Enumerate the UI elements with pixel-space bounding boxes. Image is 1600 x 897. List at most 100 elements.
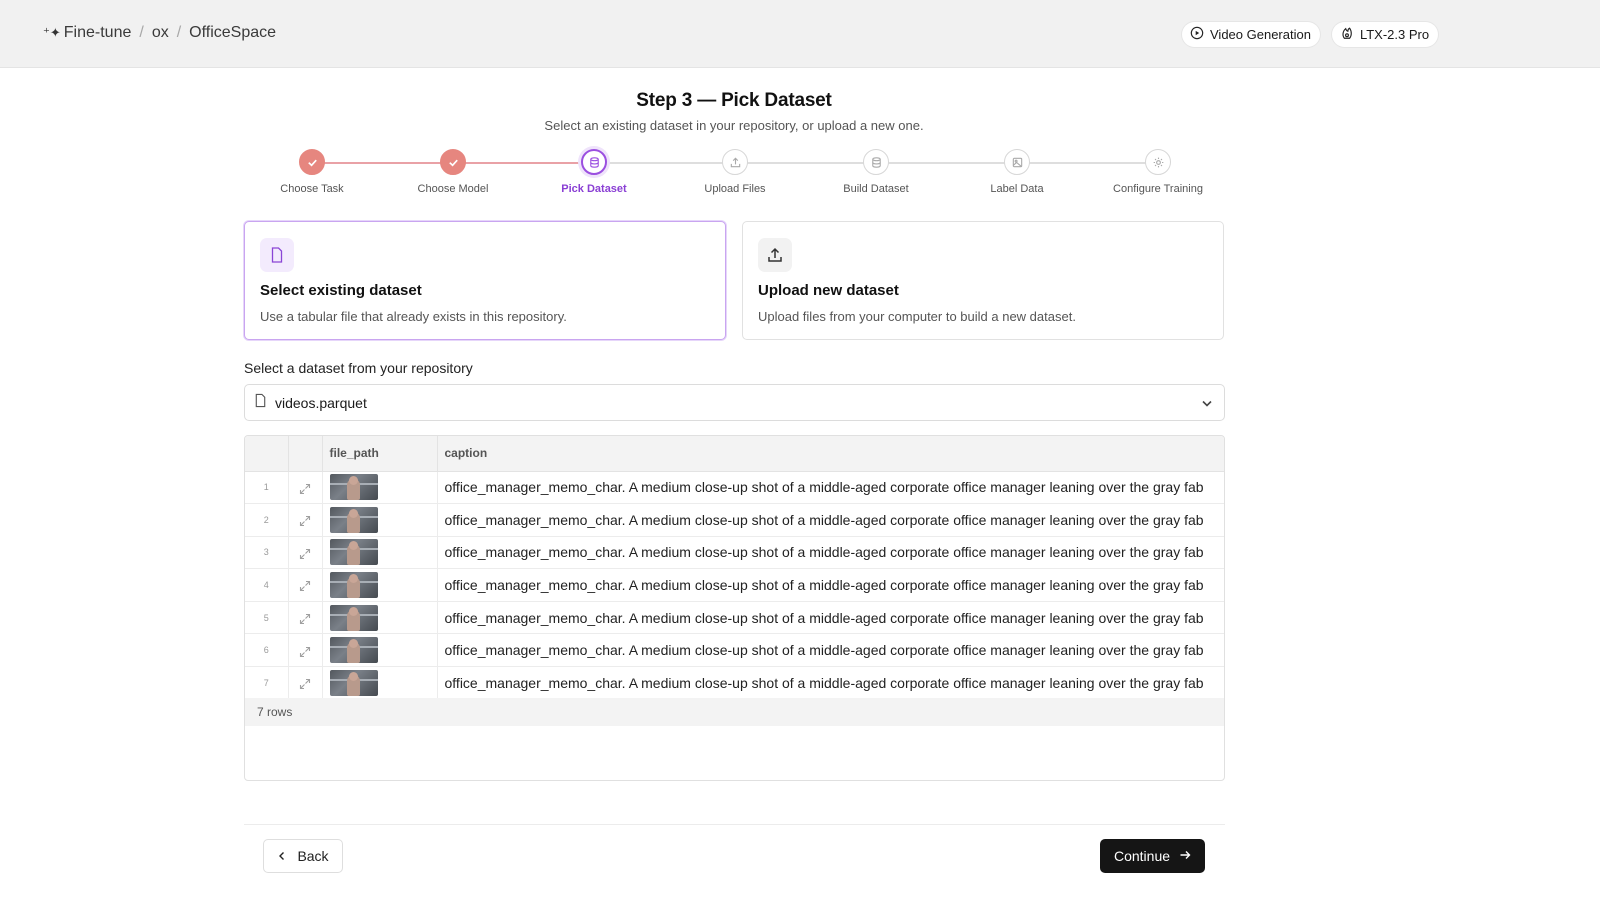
gear-icon (1145, 149, 1171, 175)
table-row[interactable]: 7 office_manager_memo_char. A medium clo… (245, 666, 1224, 700)
expand-icon[interactable] (288, 601, 323, 635)
expand-icon[interactable] (288, 666, 323, 700)
table-row[interactable]: 6 office_manager_memo_char. A medium clo… (245, 633, 1224, 668)
step-upload-files[interactable]: Upload Files (665, 149, 805, 195)
upload-icon (758, 238, 792, 272)
video-thumbnail (329, 637, 378, 664)
play-circle-icon (1190, 26, 1204, 43)
expand-icon[interactable] (288, 568, 323, 602)
row-index: 4 (245, 568, 289, 602)
caption-cell[interactable]: office_manager_memo_char. A medium close… (437, 568, 1224, 602)
video-thumbnail-cell[interactable] (322, 568, 438, 602)
continue-button-label: Continue (1113, 848, 1171, 864)
back-button-label: Back (297, 848, 329, 864)
video-thumbnail (329, 604, 378, 631)
breadcrumb-repo[interactable]: OfficeSpace (189, 24, 276, 42)
model-chip-label: LTX-2.3 Pro (1359, 27, 1430, 42)
card-description: Upload files from your computer to build… (758, 309, 1076, 324)
caption-cell[interactable]: office_manager_memo_char. A medium close… (437, 601, 1224, 635)
back-button[interactable]: Back (263, 839, 343, 873)
task-chip[interactable]: Video Generation (1182, 22, 1320, 47)
row-count: 7 rows (245, 698, 1224, 726)
video-thumbnail-cell[interactable] (322, 471, 438, 505)
model-chip[interactable]: LTX-2.3 Pro (1331, 22, 1439, 47)
card-description: Use a tabular file that already exists i… (260, 309, 567, 324)
step-configure-training[interactable]: Configure Training (1088, 149, 1228, 195)
upload-new-dataset-card[interactable]: Upload new dataset Upload files from you… (742, 221, 1224, 340)
dataset-select-value: videos.parquet (275, 394, 367, 411)
upload-icon (722, 149, 748, 175)
sparkle-icon: ⁺✦ (43, 25, 61, 40)
caption-cell[interactable]: office_manager_memo_char. A medium close… (437, 633, 1224, 668)
breadcrumb-separator: / (139, 24, 144, 41)
table-row[interactable]: 1 office_manager_memo_char. A medium clo… (245, 471, 1224, 505)
dataset-select[interactable]: videos.parquet (244, 384, 1225, 421)
expand-icon[interactable] (288, 536, 323, 570)
step-label-data[interactable]: Label Data (947, 149, 1087, 195)
step-label: Label Data (990, 183, 1044, 195)
breadcrumb: ⁺✦ Fine-tune / ox / OfficeSpace (43, 24, 276, 42)
breadcrumb-org[interactable]: ox (152, 24, 169, 42)
step-build-dataset[interactable]: Build Dataset (806, 149, 946, 195)
continue-button[interactable]: Continue (1100, 839, 1205, 873)
step-choose-model[interactable]: Choose Model (383, 149, 523, 195)
table-row[interactable]: 2 office_manager_memo_char. A medium clo… (245, 503, 1224, 537)
row-index: 3 (245, 536, 289, 570)
video-thumbnail (329, 572, 378, 599)
page-title: Step 3 — Pick Dataset (636, 90, 832, 111)
database-icon (863, 149, 889, 175)
step-label: Choose Task (280, 183, 344, 195)
expand-icon[interactable] (288, 633, 323, 668)
expand-icon[interactable] (288, 471, 323, 505)
stepper: Choose Task Choose Model Pick Dataset Up… (0, 149, 1600, 199)
page-subtitle: Select an existing dataset in your repos… (544, 118, 924, 133)
video-thumbnail-cell[interactable] (322, 601, 438, 635)
video-thumbnail-cell[interactable] (322, 503, 438, 537)
caption-cell[interactable]: office_manager_memo_char. A medium close… (437, 536, 1224, 570)
expand-icon[interactable] (288, 503, 323, 537)
caption-cell[interactable]: office_manager_memo_char. A medium close… (437, 503, 1224, 537)
step-choose-task[interactable]: Choose Task (242, 149, 382, 195)
dataset-preview-table[interactable]: file_path caption 1 office_manager_memo_… (244, 435, 1225, 781)
step-label: Pick Dataset (561, 183, 627, 195)
image-icon (1004, 149, 1030, 175)
chevron-left-icon (277, 848, 287, 864)
task-chip-label: Video Generation (1210, 27, 1311, 42)
row-index: 5 (245, 601, 289, 635)
table-row[interactable]: 3 office_manager_memo_char. A medium clo… (245, 536, 1224, 570)
card-title: Upload new dataset (758, 282, 899, 299)
header-chips: Video Generation LTX-2.3 Pro (1182, 22, 1439, 47)
video-thumbnail-cell[interactable] (322, 536, 438, 570)
caption-cell[interactable]: office_manager_memo_char. A medium close… (437, 471, 1224, 505)
step-label: Configure Training (1113, 183, 1203, 195)
table-row[interactable]: 4 office_manager_memo_char. A medium clo… (245, 568, 1224, 602)
card-title: Select existing dataset (260, 282, 422, 299)
row-index: 2 (245, 503, 289, 537)
model-icon (1340, 26, 1354, 43)
index-column-header (245, 436, 289, 472)
row-index: 7 (245, 666, 289, 700)
video-thumbnail (329, 539, 378, 566)
arrow-right-icon (1179, 848, 1191, 864)
file-icon (253, 393, 275, 413)
table-header-row: file_path caption (245, 436, 1224, 472)
video-thumbnail (329, 506, 378, 533)
caption-column-header[interactable]: caption (437, 436, 1224, 472)
video-thumbnail-cell[interactable] (322, 633, 438, 668)
dataset-select-label: Select a dataset from your repository (244, 360, 473, 376)
step-pick-dataset[interactable]: Pick Dataset (524, 149, 664, 195)
select-existing-dataset-card[interactable]: Select existing dataset Use a tabular fi… (244, 221, 726, 340)
table-row[interactable]: 5 office_manager_memo_char. A medium clo… (245, 601, 1224, 635)
file-path-column-header[interactable]: file_path (322, 436, 438, 472)
database-icon (581, 149, 607, 175)
breadcrumb-separator: / (176, 24, 182, 41)
video-thumbnail (329, 474, 378, 501)
footer-divider (244, 824, 1225, 825)
row-index: 1 (245, 471, 289, 505)
video-thumbnail-cell[interactable] (322, 666, 438, 700)
step-label: Build Dataset (843, 183, 909, 195)
video-thumbnail (329, 669, 378, 696)
caption-cell[interactable]: office_manager_memo_char. A medium close… (437, 666, 1224, 700)
breadcrumb-root[interactable]: Fine-tune (64, 24, 132, 42)
file-icon (260, 238, 294, 272)
